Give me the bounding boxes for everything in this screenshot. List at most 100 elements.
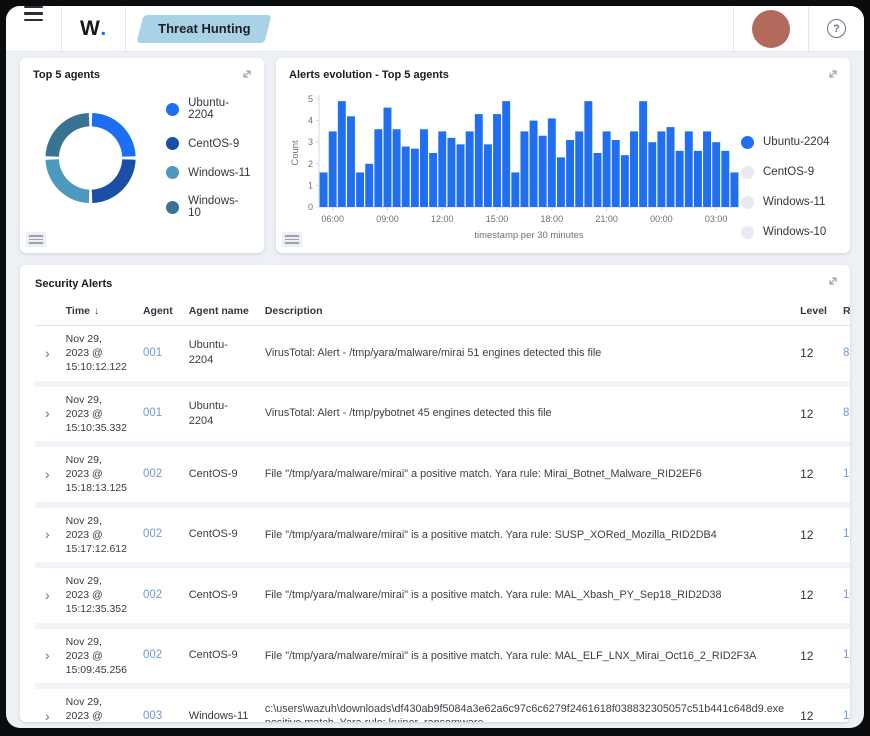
- bar[interactable]: [575, 131, 583, 207]
- donut-segment-Windows-10[interactable]: [46, 113, 90, 157]
- bar[interactable]: [676, 151, 684, 207]
- agent-id-link[interactable]: 002: [143, 528, 162, 540]
- bar[interactable]: [356, 172, 364, 207]
- bar[interactable]: [338, 101, 346, 207]
- agent-id-link[interactable]: 002: [143, 468, 162, 480]
- row-expand-chevron-icon[interactable]: ›: [35, 505, 58, 566]
- column-header-level[interactable]: Level: [792, 296, 835, 326]
- bar[interactable]: [721, 151, 729, 207]
- legend-toggle-button[interactable]: [26, 232, 46, 247]
- row-expand-chevron-icon[interactable]: ›: [35, 384, 58, 445]
- bar[interactable]: [685, 131, 693, 207]
- legend-item-Windows-10[interactable]: Windows-10: [741, 226, 837, 239]
- legend-item-Windows-11[interactable]: Windows-11: [166, 166, 251, 179]
- bar[interactable]: [657, 131, 665, 207]
- bar[interactable]: [484, 144, 492, 207]
- bar[interactable]: [365, 164, 373, 207]
- column-header-agent-name[interactable]: Agent name: [181, 296, 257, 326]
- row-expand-chevron-icon[interactable]: ›: [35, 444, 58, 505]
- column-header-rule-id[interactable]: Rule ID: [835, 296, 850, 326]
- bar-chart[interactable]: 01234506:0009:0012:0015:0018:0021:0000:0…: [289, 85, 741, 243]
- bar[interactable]: [530, 121, 538, 207]
- donut-chart[interactable]: [33, 98, 148, 218]
- bar[interactable]: [393, 129, 401, 207]
- row-expand-chevron-icon[interactable]: ›: [35, 626, 58, 687]
- donut-segment-Ubuntu-2204[interactable]: [92, 113, 136, 157]
- bar[interactable]: [594, 153, 602, 207]
- agent-id-link[interactable]: 002: [143, 589, 162, 601]
- bar[interactable]: [438, 131, 446, 207]
- bar[interactable]: [630, 131, 638, 207]
- breadcrumb[interactable]: Threat Hunting: [136, 15, 271, 43]
- bar[interactable]: [566, 140, 574, 207]
- bar[interactable]: [612, 140, 620, 207]
- rule-id-link[interactable]: 108001: [843, 468, 850, 480]
- rule-id-link[interactable]: 100028: [843, 710, 850, 722]
- bar[interactable]: [429, 153, 437, 207]
- bar[interactable]: [639, 101, 647, 207]
- agent-id-link[interactable]: 001: [143, 407, 162, 419]
- rule-id-link[interactable]: 8710: [843, 407, 850, 419]
- bar[interactable]: [694, 151, 702, 207]
- wazuh-logo[interactable]: W.: [62, 6, 125, 51]
- rule-id-link[interactable]: 108001: [843, 589, 850, 601]
- legend-item-Ubuntu-2204[interactable]: Ubuntu-2204: [741, 136, 837, 149]
- bar[interactable]: [320, 172, 328, 207]
- legend-toggle-button[interactable]: [282, 232, 302, 247]
- bar[interactable]: [520, 131, 528, 207]
- menu-icon[interactable]: [6, 6, 61, 51]
- table-row[interactable]: ›Nov 29, 2023 @ 15:17:12.612002CentOS-9F…: [35, 505, 850, 566]
- legend-item-CentOS-9[interactable]: CentOS-9: [741, 166, 837, 179]
- agent-id-link[interactable]: 001: [143, 347, 162, 359]
- rule-id-link[interactable]: 108001: [843, 649, 850, 661]
- help-icon[interactable]: ?: [827, 19, 846, 38]
- rule-id-link[interactable]: 8710: [843, 347, 850, 359]
- row-expand-chevron-icon[interactable]: ›: [35, 565, 58, 626]
- donut-segment-Windows-11[interactable]: [46, 159, 90, 203]
- row-expand-chevron-icon[interactable]: ›: [35, 686, 58, 722]
- column-header-description[interactable]: Description: [257, 296, 792, 326]
- table-row[interactable]: ›Nov 29, 2023 @ 15:10:35.332001Ubuntu-22…: [35, 384, 850, 445]
- expand-icon[interactable]: [826, 67, 840, 86]
- bar[interactable]: [329, 131, 337, 207]
- column-header-time[interactable]: Time↓: [58, 296, 135, 326]
- bar[interactable]: [548, 118, 556, 207]
- table-row[interactable]: ›Nov 29, 2023 @ 15:09:45.256002CentOS-9F…: [35, 626, 850, 687]
- table-row[interactable]: ›Nov 29, 2023 @ 15:12:35.352002CentOS-9F…: [35, 565, 850, 626]
- bar[interactable]: [457, 144, 465, 207]
- bar[interactable]: [511, 172, 519, 207]
- table-row[interactable]: ›Nov 29, 2023 @ 15:00:13.325003Windows-1…: [35, 686, 850, 722]
- legend-item-Ubuntu-2204[interactable]: Ubuntu-2204: [166, 97, 251, 121]
- bar[interactable]: [502, 101, 510, 207]
- agent-id-link[interactable]: 003: [143, 710, 162, 722]
- bar[interactable]: [347, 116, 355, 207]
- bar[interactable]: [493, 114, 501, 207]
- legend-item-CentOS-9[interactable]: CentOS-9: [166, 137, 251, 150]
- rule-id-link[interactable]: 108001: [843, 528, 850, 540]
- bar[interactable]: [603, 131, 611, 207]
- table-row[interactable]: ›Nov 29, 2023 @ 15:10:12.122001Ubuntu-22…: [35, 326, 850, 384]
- bar[interactable]: [411, 149, 419, 207]
- user-avatar[interactable]: [752, 10, 790, 48]
- donut-segment-CentOS-9[interactable]: [92, 159, 136, 203]
- bar[interactable]: [402, 147, 410, 207]
- bar[interactable]: [420, 129, 428, 207]
- bar[interactable]: [374, 129, 382, 207]
- bar[interactable]: [584, 101, 592, 207]
- expand-icon[interactable]: [826, 274, 840, 293]
- bar[interactable]: [447, 138, 455, 207]
- bar[interactable]: [703, 131, 711, 207]
- legend-item-Windows-11[interactable]: Windows-11: [741, 196, 837, 209]
- bar[interactable]: [712, 142, 720, 207]
- table-row[interactable]: ›Nov 29, 2023 @ 15:18:13.125002CentOS-9F…: [35, 444, 850, 505]
- bar[interactable]: [730, 172, 738, 207]
- column-header-agent[interactable]: Agent: [135, 296, 181, 326]
- bar[interactable]: [466, 131, 474, 207]
- bar[interactable]: [539, 136, 547, 207]
- bar[interactable]: [648, 142, 656, 207]
- legend-item-Windows-10[interactable]: Windows-10: [166, 195, 251, 219]
- bar[interactable]: [667, 127, 675, 207]
- agent-id-link[interactable]: 002: [143, 649, 162, 661]
- bar[interactable]: [621, 155, 629, 207]
- bar[interactable]: [475, 114, 483, 207]
